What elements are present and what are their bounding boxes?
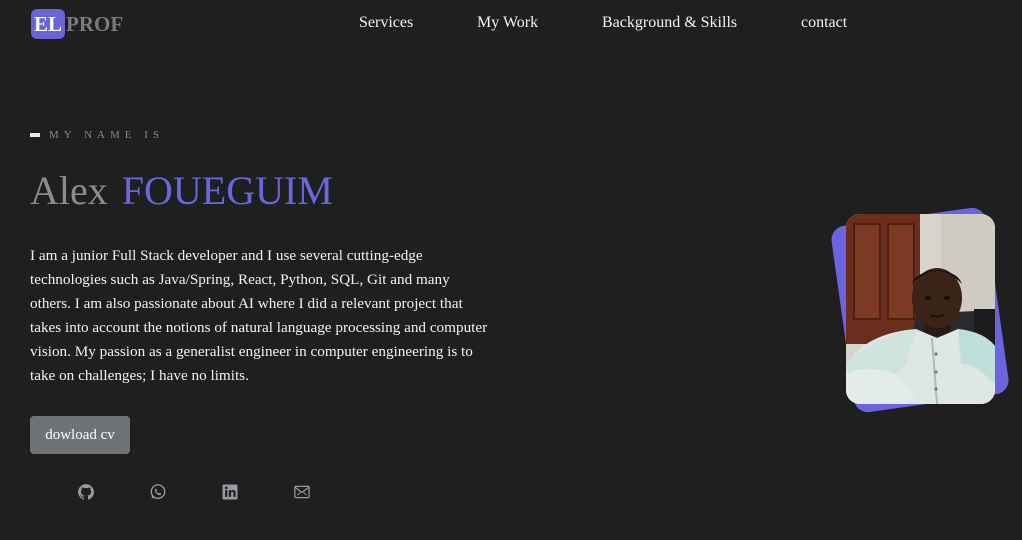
social-links — [76, 482, 364, 502]
nav-contact[interactable]: contact — [801, 14, 847, 32]
first-name: Alex — [30, 168, 108, 213]
page: EL PROF Services My Work Background & Sk… — [0, 0, 1022, 540]
portrait-frame — [829, 206, 1011, 414]
hero-name: Alex FOUEGUIM — [30, 168, 333, 214]
nav-my-work[interactable]: My Work — [477, 14, 538, 32]
eyebrow: MY NAME IS — [30, 129, 164, 141]
mail-icon[interactable] — [292, 482, 312, 502]
nav-background-skills[interactable]: Background & Skills — [602, 14, 737, 32]
nav-services[interactable]: Services — [359, 14, 413, 32]
github-icon[interactable] — [76, 482, 96, 502]
download-cv-button[interactable]: dowload cv — [30, 416, 130, 454]
whatsapp-icon[interactable] — [148, 482, 168, 502]
eyebrow-dash — [30, 133, 40, 137]
last-name: FOUEGUIM — [121, 168, 333, 213]
linkedin-icon[interactable] — [220, 482, 240, 502]
eyebrow-text: MY NAME IS — [49, 129, 164, 141]
main-nav: Services My Work Background & Skills con… — [0, 14, 1022, 36]
profile-photo — [846, 214, 995, 404]
bio-text: I am a junior Full Stack developer and I… — [30, 247, 488, 384]
